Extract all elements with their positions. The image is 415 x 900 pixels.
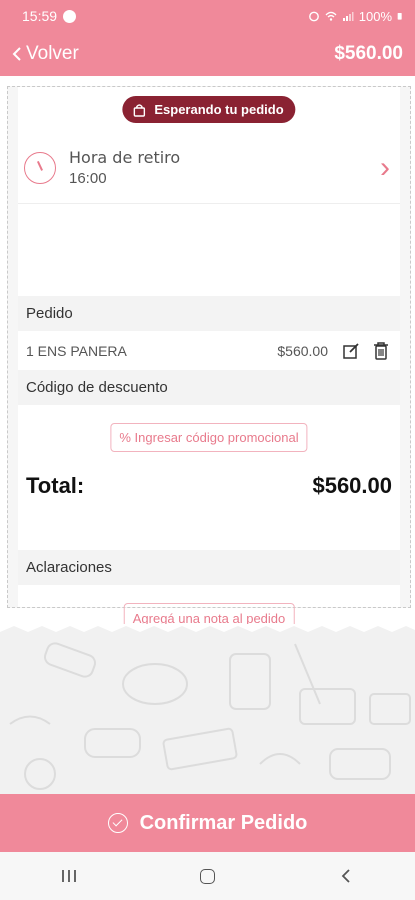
nav-back-button[interactable]: [326, 861, 366, 891]
item-name: 1 ENS PANERA: [26, 343, 127, 359]
home-button[interactable]: [187, 861, 227, 891]
confirm-order-label: Confirmar Pedido: [139, 811, 308, 834]
section-notes: Aclaraciones: [18, 550, 400, 585]
chevron-right-icon: ›: [380, 150, 390, 184]
order-card: Esperando tu pedido Hora de retiro 16:00…: [7, 86, 411, 633]
pickup-time-row[interactable]: Hora de retiro 16:00 ›: [18, 132, 400, 204]
order-item-row: 1 ENS PANERA $560.00: [18, 332, 400, 370]
header-total: $560.00: [334, 43, 403, 64]
pickup-label: Hora de retiro: [69, 148, 181, 167]
shopping-bag-icon: [133, 103, 146, 117]
status-icons: 100%: [308, 9, 405, 24]
app-bar: Volver $560.00: [0, 32, 415, 76]
notification-icon: [63, 9, 77, 23]
battery-level: 100%: [358, 8, 392, 24]
check-circle-icon: [107, 813, 128, 833]
total-row: Total: $560.00: [26, 473, 392, 499]
signal-icon: [342, 12, 354, 21]
edit-icon[interactable]: [340, 340, 362, 362]
pickup-time: 16:00: [69, 170, 107, 187]
item-price: $560.00: [277, 343, 328, 359]
order-card-body: Esperando tu pedido Hora de retiro 16:00…: [18, 87, 400, 633]
back-label: Volver: [26, 43, 79, 64]
status-bar: 15:59 100%: [0, 0, 415, 32]
background-pattern: [0, 624, 415, 794]
section-discount: Código de descuento: [18, 370, 400, 405]
promo-code-button[interactable]: % Ingresar código promocional: [110, 423, 308, 452]
system-nav-bar: [0, 852, 415, 900]
clock-icon: [24, 151, 56, 184]
status-badge-label: Esperando tu pedido: [154, 102, 284, 117]
battery-icon: [397, 13, 402, 20]
wifi-icon: [325, 11, 337, 21]
total-label: Total:: [26, 473, 85, 498]
back-arrow-icon: [341, 869, 350, 883]
status-badge: Esperando tu pedido: [122, 96, 296, 123]
recent-apps-icon: [62, 870, 77, 882]
total-value: $560.00: [312, 473, 392, 498]
trash-icon[interactable]: [370, 340, 392, 362]
home-icon: [199, 868, 215, 884]
recent-apps-button[interactable]: [49, 861, 89, 891]
confirm-order-button[interactable]: Confirmar Pedido: [0, 794, 415, 852]
status-time: 15:59: [22, 8, 58, 24]
back-button[interactable]: Volver: [12, 43, 79, 65]
food-doodle-illustration: [0, 624, 415, 790]
chevron-left-icon: [12, 47, 21, 61]
section-pedido: Pedido: [18, 296, 400, 331]
alarm-icon: [308, 11, 319, 22]
